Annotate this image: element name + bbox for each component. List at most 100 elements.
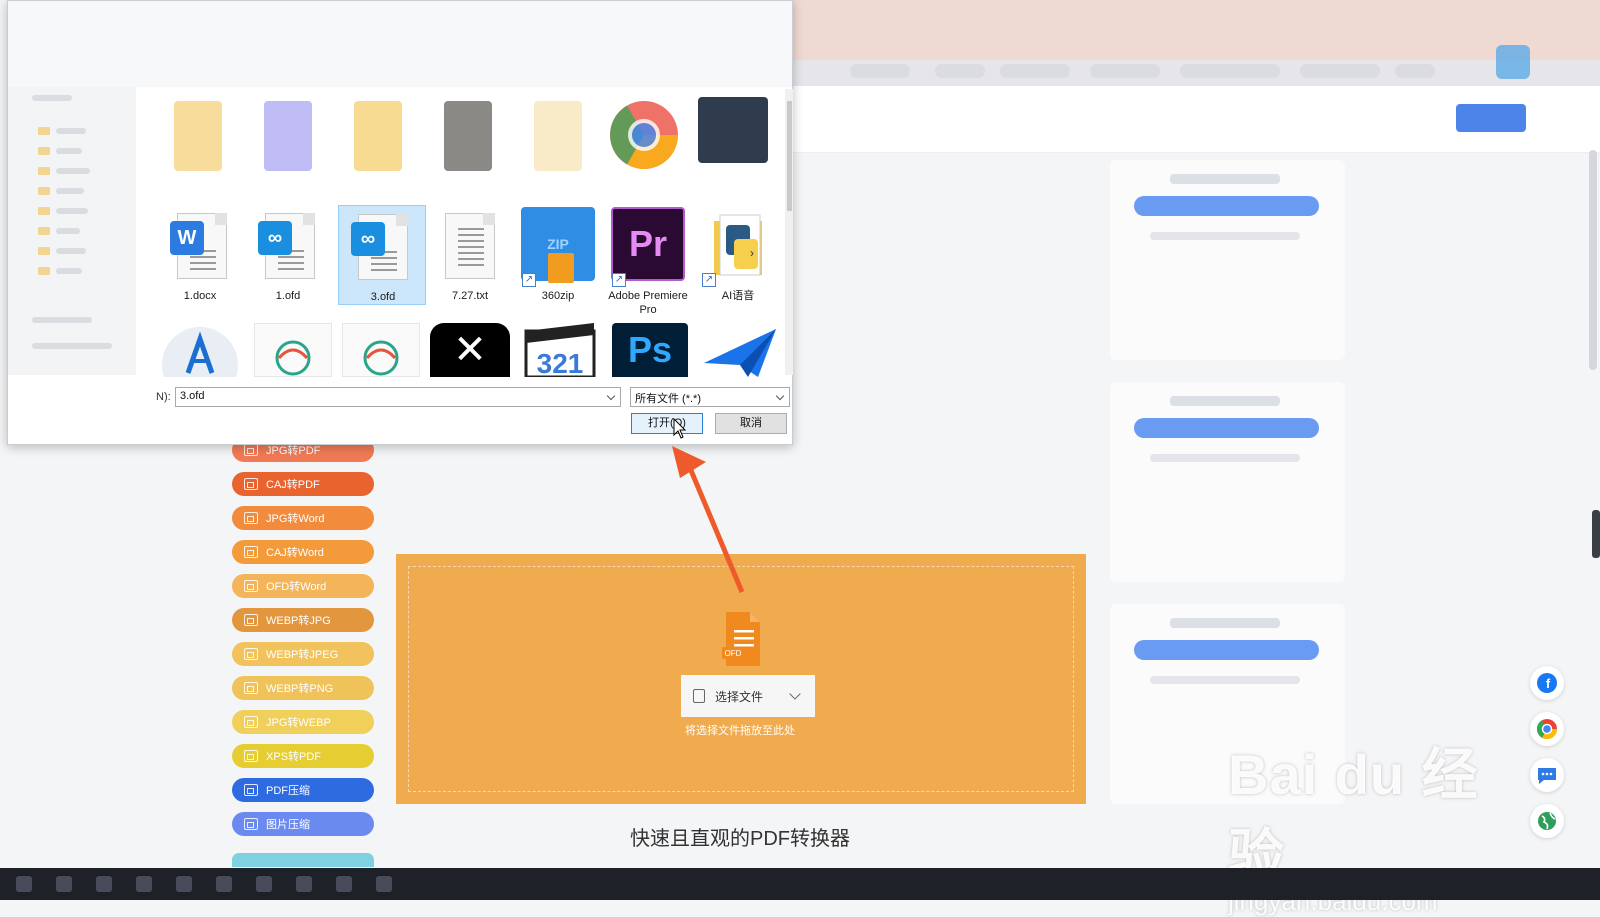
taskbar-app-icon[interactable]: [176, 876, 192, 892]
chrome-icon: [1536, 719, 1558, 740]
svg-text:›: ›: [750, 246, 754, 260]
taskbar-app-icon[interactable]: [136, 876, 152, 892]
photoshop-blurred-icon[interactable]: [698, 97, 768, 163]
app-icon-tile[interactable]: [342, 323, 420, 377]
file-item-selected[interactable]: ∞ 3.ofd: [338, 205, 426, 305]
taskbar-app-icon[interactable]: [336, 876, 352, 892]
dialog-scrollbar-thumb[interactable]: [787, 101, 792, 211]
file-item[interactable]: W 1.docx: [160, 209, 240, 305]
chrome-button[interactable]: [1530, 712, 1564, 746]
premiere-pro-icon: Pr: [611, 207, 685, 281]
sidebar-item-xps-to-pdf[interactable]: XPS转PDF: [232, 744, 374, 768]
bookmark-item[interactable]: [1180, 64, 1280, 78]
image-convert-icon: [244, 750, 258, 762]
compress-icon: [244, 818, 258, 830]
image-convert-icon: [244, 580, 258, 592]
folder-icon[interactable]: [354, 101, 402, 171]
cancel-button[interactable]: 取消: [715, 413, 787, 434]
file-item[interactable]: ∞ 1.ofd: [248, 209, 328, 305]
swirl-app-icon: [275, 340, 311, 376]
file-item[interactable]: ZIP ↗ 360zip: [518, 207, 598, 305]
chevron-down-icon[interactable]: [789, 688, 801, 700]
sidebar-item-webp-to-png[interactable]: WEBP转PNG: [232, 676, 374, 700]
folder-icon[interactable]: [174, 101, 222, 171]
header-login-button[interactable]: [1456, 104, 1526, 132]
chat-bubble-icon: [1538, 768, 1556, 784]
sidebar-item-webp-to-jpeg[interactable]: WEBP转JPEG: [232, 642, 374, 666]
sidebar-item-caj-to-pdf[interactable]: CAJ转PDF: [232, 472, 374, 496]
facebook-share-button[interactable]: f: [1530, 666, 1564, 700]
mouse-cursor-icon: [673, 418, 687, 439]
promo-card-button[interactable]: [1134, 640, 1319, 660]
side-handle[interactable]: [1592, 510, 1600, 558]
bookmark-item[interactable]: [850, 64, 910, 78]
open-button[interactable]: 打开(O): [631, 413, 703, 434]
chevron-down-icon[interactable]: [606, 391, 616, 401]
globe-icon: [1538, 812, 1556, 830]
promo-card-button[interactable]: [1134, 418, 1319, 438]
ofd-reader-icon: ∞: [351, 222, 385, 256]
media-player-icon[interactable]: 321: [520, 321, 600, 377]
photoshop-app-icon[interactable]: Ps: [612, 323, 688, 377]
sidebar-item-jpg-to-word[interactable]: JPG转Word: [232, 506, 374, 530]
svg-text:f: f: [1546, 676, 1551, 691]
sidebar-item-image-compress[interactable]: 图片压缩: [232, 812, 374, 836]
swirl-app-icon: [363, 340, 399, 376]
file-item[interactable]: › ↗ AI语音: [698, 207, 778, 305]
image-convert-icon: [244, 478, 258, 490]
page-title: 快速且直观的PDF转换器: [630, 828, 850, 850]
sidebar-item-partial[interactable]: [232, 853, 374, 867]
arctime-app-icon[interactable]: [160, 321, 240, 377]
image-convert-icon: [244, 512, 258, 524]
image-convert-icon: [244, 716, 258, 728]
sidebar-item-ofd-to-word[interactable]: OFD转Word: [232, 574, 374, 598]
file-item[interactable]: 7.27.txt: [430, 209, 510, 305]
dialog-navigation-pane[interactable]: [8, 87, 136, 375]
sidebar-item-jpg-to-webp[interactable]: JPG转WEBP: [232, 710, 374, 734]
chrome-app-icon[interactable]: [606, 97, 682, 173]
filetype-select[interactable]: 所有文件 (*.*): [630, 387, 790, 407]
taskbar-app-icon[interactable]: [56, 876, 72, 892]
bookmark-item[interactable]: [1300, 64, 1380, 78]
facebook-icon: f: [1537, 673, 1557, 693]
promo-card-button[interactable]: [1134, 196, 1319, 216]
python-folder-icon: ›: [714, 214, 762, 276]
start-icon[interactable]: [16, 876, 32, 892]
shortcut-arrow-icon: ↗: [702, 273, 716, 287]
shortcut-arrow-icon: ↗: [612, 273, 626, 287]
globe-button[interactable]: [1530, 804, 1564, 838]
chevron-down-icon[interactable]: [775, 391, 785, 401]
taskbar-app-icon[interactable]: [256, 876, 272, 892]
promo-card: [1110, 382, 1345, 582]
svg-text:321: 321: [537, 348, 584, 377]
sidebar-item-pdf-compress[interactable]: PDF压缩: [232, 778, 374, 802]
app-icon-tile[interactable]: [254, 323, 332, 377]
folder-icon[interactable]: [444, 101, 492, 171]
choose-file-button[interactable]: 选择文件: [681, 675, 815, 717]
paper-plane-app-icon[interactable]: [700, 323, 780, 377]
sidebar-item-caj-to-word[interactable]: CAJ转Word: [232, 540, 374, 564]
image-convert-icon: [244, 546, 258, 558]
bookmark-item[interactable]: [1000, 64, 1070, 78]
folder-icon[interactable]: [534, 101, 582, 171]
taskbar-app-icon[interactable]: [296, 876, 312, 892]
image-convert-icon: [244, 614, 258, 626]
word-icon: W: [170, 221, 204, 255]
document-icon: [693, 689, 705, 703]
folder-icon[interactable]: [264, 101, 312, 171]
bookmark-item[interactable]: [1090, 64, 1160, 78]
filename-input[interactable]: 3.ofd: [175, 387, 621, 407]
taskbar-app-icon[interactable]: [376, 876, 392, 892]
image-convert-icon: [244, 444, 258, 456]
sidebar-item-webp-to-jpg[interactable]: WEBP转JPG: [232, 608, 374, 632]
capcut-app-icon[interactable]: ✕: [430, 323, 510, 377]
chat-button[interactable]: [1530, 758, 1564, 792]
file-item[interactable]: Pr ↗ Adobe Premiere Pro: [608, 207, 688, 319]
bookmark-item[interactable]: [1395, 64, 1435, 78]
page-scrollbar-thumb[interactable]: [1589, 150, 1597, 370]
taskbar-app-icon[interactable]: [96, 876, 112, 892]
taskbar-app-icon[interactable]: [216, 876, 232, 892]
browser-profile-avatar[interactable]: [1496, 45, 1530, 79]
image-convert-icon: [244, 648, 258, 660]
bookmark-item[interactable]: [935, 64, 985, 78]
